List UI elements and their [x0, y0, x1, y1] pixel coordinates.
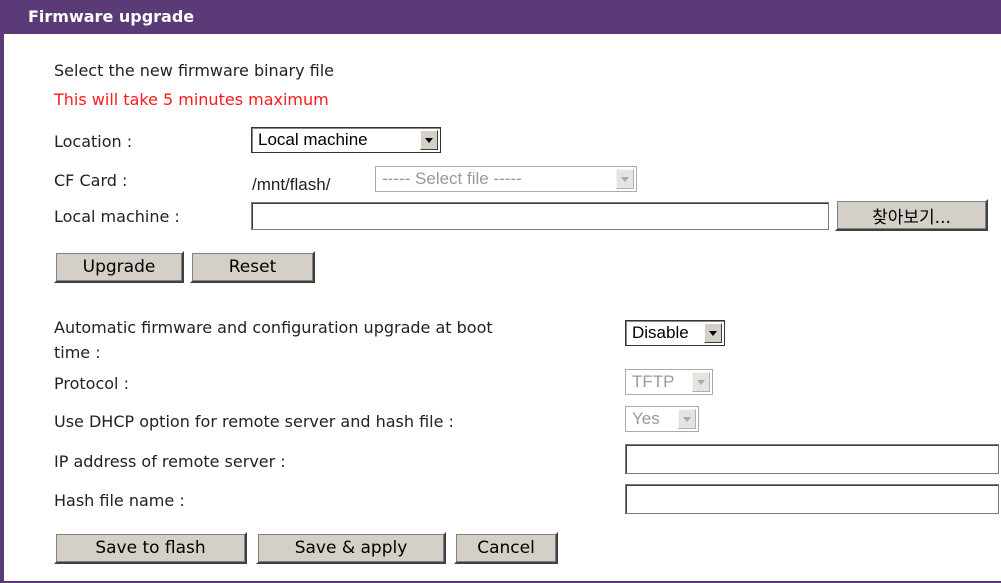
auto-upgrade-select[interactable]: Disable: [625, 320, 725, 346]
browse-button[interactable]: 찾아보기...: [835, 199, 988, 231]
chevron-down-icon: [704, 323, 722, 343]
remote-ip-input[interactable]: [625, 444, 999, 474]
warning-text: This will take 5 minutes maximum: [54, 90, 329, 109]
dhcp-option-select[interactable]: Yes: [625, 406, 699, 432]
dhcp-option-select-value: Yes: [632, 409, 660, 428]
auto-upgrade-label-line2: time :: [54, 343, 101, 362]
cf-file-select[interactable]: ----- Select file -----: [375, 166, 637, 192]
auto-upgrade-label-line1: Automatic firmware and configuration upg…: [54, 318, 493, 337]
upgrade-button[interactable]: Upgrade: [54, 251, 184, 283]
panel-header: Firmware upgrade: [0, 0, 1001, 34]
location-select-value: Local machine: [258, 130, 368, 149]
remote-ip-label: IP address of remote server :: [54, 452, 286, 471]
chevron-down-icon: [616, 169, 634, 189]
panel-title: Firmware upgrade: [28, 7, 195, 26]
chevron-down-icon: [420, 130, 438, 150]
cf-card-label: CF Card :: [54, 171, 128, 190]
reset-button[interactable]: Reset: [190, 251, 315, 283]
hash-file-label: Hash file name :: [54, 491, 185, 510]
cf-file-select-value: ----- Select file -----: [382, 169, 522, 188]
protocol-label: Protocol :: [54, 374, 129, 393]
dhcp-option-label: Use DHCP option for remote server and ha…: [54, 412, 454, 431]
local-file-input[interactable]: [251, 202, 829, 230]
local-machine-label: Local machine :: [54, 207, 180, 226]
auto-upgrade-select-value: Disable: [632, 323, 689, 342]
cf-path-text: /mnt/flash/: [252, 175, 331, 194]
intro-text: Select the new firmware binary file: [54, 61, 334, 80]
protocol-select-value: TFTP: [632, 372, 675, 391]
chevron-down-icon: [678, 409, 696, 429]
save-to-flash-button[interactable]: Save to flash: [54, 532, 247, 564]
location-select[interactable]: Local machine: [251, 127, 441, 153]
chevron-down-icon: [692, 372, 710, 392]
cancel-button[interactable]: Cancel: [454, 532, 558, 564]
hash-file-input[interactable]: [625, 484, 999, 514]
location-label: Location :: [54, 132, 133, 151]
save-and-apply-button[interactable]: Save & apply: [256, 532, 446, 564]
protocol-select[interactable]: TFTP: [625, 369, 713, 395]
